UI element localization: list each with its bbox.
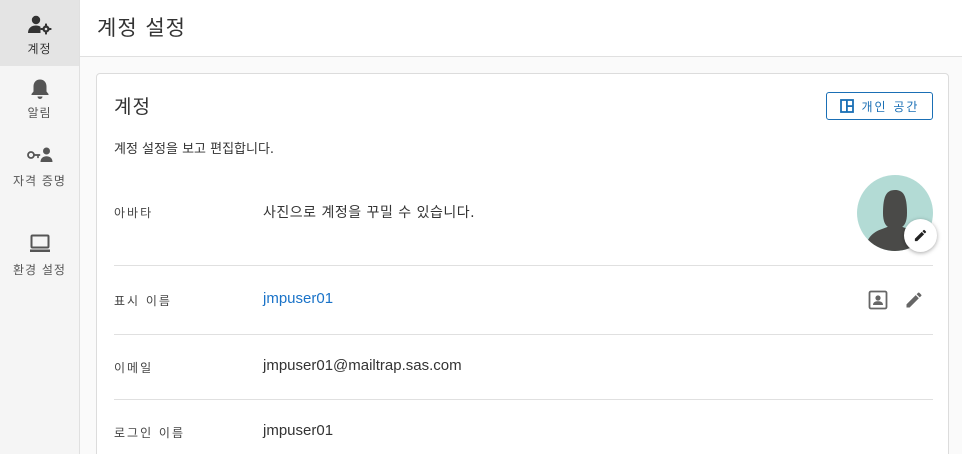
- sidebar-item-credentials[interactable]: 자격 증명: [0, 145, 79, 215]
- personal-space-button[interactable]: 개인 공간: [826, 92, 933, 120]
- contact-card-icon: [868, 290, 888, 310]
- contact-card-button[interactable]: [866, 288, 890, 312]
- row-divider: [114, 399, 933, 400]
- row-divider: [114, 265, 933, 266]
- email-label: 이메일: [114, 361, 154, 375]
- display-name-label: 표시 이름: [114, 294, 172, 308]
- sidebar-item-label: 알림: [27, 106, 52, 120]
- monitor-icon: [29, 234, 50, 252]
- pencil-icon: [906, 292, 922, 308]
- sidebar-item-notifications[interactable]: 알림: [0, 78, 79, 128]
- account-settings-icon: [27, 15, 51, 35]
- account-card: 계정 개인 공간 계정 설정을 보고 편집합니다. 아바타 사진으로 계정을 꾸…: [96, 73, 949, 454]
- sidebar: 계정 알림 자격 증명 환경 설정: [0, 0, 80, 454]
- avatar-label: 아바타: [114, 206, 154, 220]
- sidebar-item-label: 계정: [27, 42, 52, 56]
- display-name-value[interactable]: jmpuser01: [263, 290, 333, 307]
- sidebar-item-label: 자격 증명: [13, 174, 66, 188]
- sidebar-item-preferences[interactable]: 환경 설정: [0, 234, 79, 304]
- page-title: 계정 설정: [97, 16, 186, 40]
- login-name-label: 로그인 이름: [114, 426, 186, 440]
- login-name-value: jmpuser01: [263, 422, 334, 439]
- key-person-icon: [26, 147, 52, 162]
- sidebar-item-label: 환경 설정: [13, 263, 66, 277]
- avatar-description: 사진으로 계정을 꾸밀 수 있습니다.: [263, 205, 476, 221]
- sidebar-item-account[interactable]: 계정: [0, 0, 79, 66]
- edit-display-name-button[interactable]: [902, 288, 926, 312]
- personal-space-label: 개인 공간: [861, 99, 920, 114]
- layout-panel-icon: [839, 99, 854, 113]
- card-title: 계정: [114, 96, 151, 118]
- pencil-icon: [914, 229, 927, 242]
- row-divider: [114, 334, 933, 335]
- bell-icon: [31, 79, 48, 99]
- page-header: 계정 설정: [80, 0, 962, 57]
- avatar-edit-button[interactable]: [904, 219, 937, 252]
- email-value: jmpuser01@mailtrap.sas.com: [263, 357, 462, 374]
- card-description: 계정 설정을 보고 편집합니다.: [114, 142, 275, 157]
